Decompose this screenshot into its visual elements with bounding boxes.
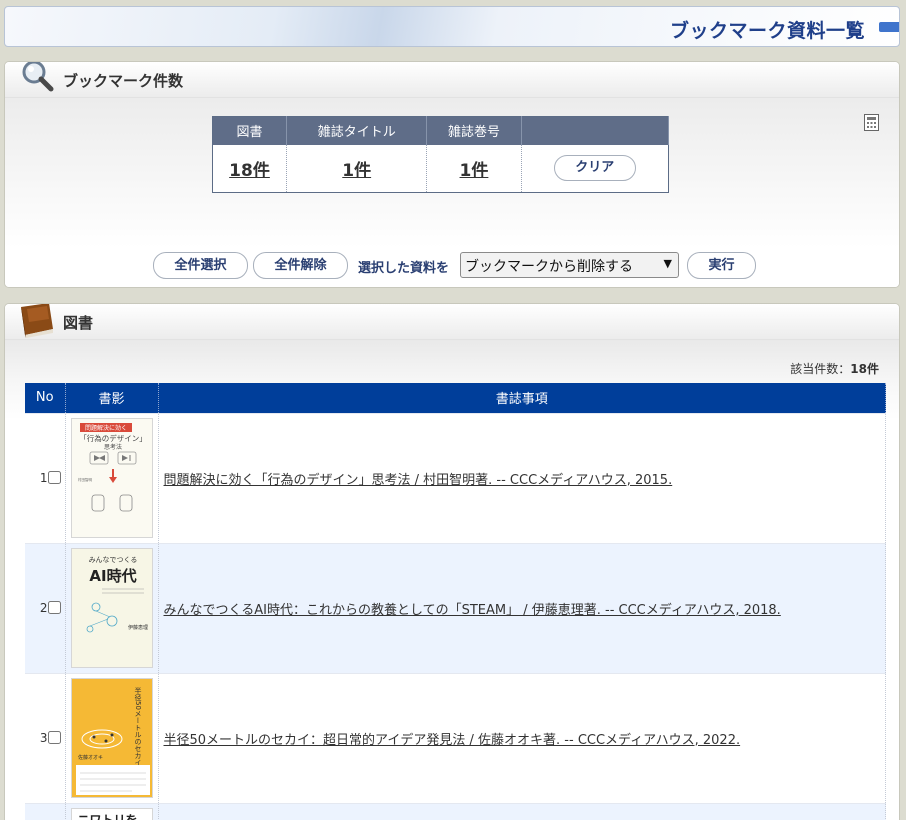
magazine-titles-count-link[interactable]: 1件 (342, 161, 371, 181)
row-checkbox[interactable] (47, 731, 61, 744)
bookmark-count-panel-header: ブックマーク件数 (5, 62, 899, 98)
cover-text: AI時代 (89, 567, 136, 585)
cover-cell: みんなでつくる AI時代 伊藤恵理 (65, 542, 159, 673)
book-cover-image[interactable]: 半径50メートルのセカイ 佐藤オオキ (70, 678, 153, 798)
hit-count-label: 該当件数： (790, 362, 851, 376)
execute-button[interactable]: 実行 (687, 252, 756, 279)
hit-count-value: 18件 (850, 362, 879, 376)
col-no: No (25, 383, 66, 413)
book-title-link[interactable]: みんなでつくるAI時代：これからの教養としての「STEAM」 / 伊藤恵理著. … (164, 603, 781, 618)
table-row: 2 みんなでつくる AI時代 伊藤恵理 みんなでつくるAI時代：これからの教養と… (25, 542, 886, 673)
row-checkbox[interactable] (47, 471, 61, 484)
books-panel-body: 該当件数：18件 No 書影 書誌事項 1 問題解決に効く 「行為のデザイン」 … (5, 340, 899, 820)
calculator-icon[interactable] (864, 114, 879, 131)
col-bibliographic: 書誌事項 (158, 383, 886, 413)
magnifier-icon (22, 62, 54, 92)
col-cover: 書影 (65, 383, 159, 413)
selected-items-label: 選択した資料を (358, 261, 450, 276)
cover-cell: 半径50メートルのセカイ 佐藤オオキ (65, 672, 159, 803)
magazine-issues-count-link[interactable]: 1件 (460, 161, 489, 181)
books-panel: 図書 該当件数：18件 No 書影 書誌事項 1 問題解決に効く 「行為のデザイ… (4, 303, 900, 820)
row-number-cell (25, 802, 66, 820)
row-number-cell: 1 (25, 412, 66, 543)
table-row: ニワトリを (25, 802, 886, 820)
book-cover-image[interactable]: みんなでつくる AI時代 伊藤恵理 (70, 548, 153, 668)
book-cover-image[interactable]: 問題解決に効く 「行為のデザイン」 思考法 村田智明 (70, 418, 153, 538)
bookmark-count-title: ブックマーク件数 (63, 72, 184, 90)
page-title: ブックマーク資料一覧 (669, 20, 865, 42)
bibliographic-cell: みんなでつくるAI時代：これからの教養としての「STEAM」 / 伊藤恵理著. … (158, 542, 886, 673)
bibliographic-cell: 半径50メートルのセカイ：超日常的アイデア発見法 / 佐藤オオキ著. -- CC… (158, 672, 886, 803)
select-all-button[interactable]: 全件選択 (153, 252, 248, 279)
cover-text: 思考法 (103, 443, 121, 451)
bulk-action-select-value: ブックマークから削除する (465, 259, 633, 275)
cover-cell: ニワトリを (65, 802, 159, 820)
book-cover-art: みんなでつくる AI時代 伊藤恵理 (86, 556, 148, 633)
deselect-all-button[interactable]: 全件解除 (253, 252, 348, 279)
book-list-table: No 書影 書誌事項 1 問題解決に効く 「行為のデザイン」 思考法 村田智明 … (25, 383, 886, 820)
chevron-down-icon: ▼ (663, 257, 672, 270)
cover-text: 佐藤オオキ (78, 754, 103, 761)
row-number: 2 (39, 601, 48, 615)
cover-text: 問題解決に効く (84, 424, 126, 432)
bookmark-count-body: 図書 雑誌タイトル 雑誌巻号 18件 1件 1件 クリア 全件選択 全件解除 選… (5, 98, 899, 287)
row-checkbox[interactable] (47, 601, 61, 614)
cover-text: ニワトリを (77, 812, 138, 820)
cover-cell: 問題解決に効く 「行為のデザイン」 思考法 村田智明 (65, 412, 159, 543)
page-header: ブックマーク資料一覧 (4, 6, 900, 47)
hit-count: 該当件数：18件 (790, 360, 879, 377)
cover-text: 伊藤恵理 (127, 624, 147, 631)
bookmark-count-table: 図書 雑誌タイトル 雑誌巻号 18件 1件 1件 クリア (212, 116, 670, 193)
bibliographic-cell: 問題解決に効く「行為のデザイン」思考法 / 村田智明著. -- CCCメディアハ… (158, 412, 886, 543)
count-col-actions (521, 116, 670, 145)
cover-text: 「行為のデザイン」 (79, 433, 147, 443)
books-count-link[interactable]: 18件 (229, 161, 270, 181)
book-icon (21, 304, 53, 338)
row-number: 3 (39, 731, 48, 745)
books-panel-header: 図書 (5, 304, 899, 340)
row-number-cell: 2 (25, 542, 66, 673)
cover-text: 村田智明 (78, 477, 92, 482)
cover-text: 半径50メートルのセカイ (134, 686, 142, 766)
clear-button[interactable]: クリア (553, 155, 636, 182)
bookmark-count-panel: ブックマーク件数 図書 雑誌タイトル 雑誌巻号 18件 1件 1件 クリア 全件 (4, 61, 900, 288)
row-number-cell: 3 (25, 672, 66, 803)
cover-text: みんなでつくる (88, 556, 137, 564)
table-row: 3 半径50メートルのセカイ 佐藤オオキ 半径50メートルのセカイ：超日常的アイ… (25, 672, 886, 803)
book-cover-image[interactable]: ニワトリを (70, 807, 153, 820)
count-col-magazine-titles: 雑誌タイトル (286, 116, 428, 145)
book-cover-art: 問題解決に効く 「行為のデザイン」 思考法 村田智明 (78, 423, 147, 512)
bulk-action-select[interactable]: ブックマークから削除する ▼ (460, 252, 679, 278)
row-number: 1 (39, 471, 48, 485)
count-col-books: 図書 (212, 116, 288, 145)
title-accent-bar (879, 22, 899, 32)
book-title-link[interactable]: 半径50メートルのセカイ：超日常的アイデア発見法 / 佐藤オオキ著. -- CC… (164, 733, 741, 748)
bibliographic-cell (158, 802, 886, 820)
book-list-header-row: No 書影 書誌事項 (25, 383, 886, 413)
book-cover-art: 半径50メートルのセカイ 佐藤オオキ (75, 686, 150, 795)
books-panel-title: 図書 (63, 314, 94, 332)
count-col-magazine-issues: 雑誌巻号 (426, 116, 522, 145)
book-title-link[interactable]: 問題解決に効く「行為のデザイン」思考法 / 村田智明著. -- CCCメディアハ… (164, 473, 673, 488)
table-row: 1 問題解決に効く 「行為のデザイン」 思考法 村田智明 問題解決に効く「行為の… (25, 412, 886, 543)
